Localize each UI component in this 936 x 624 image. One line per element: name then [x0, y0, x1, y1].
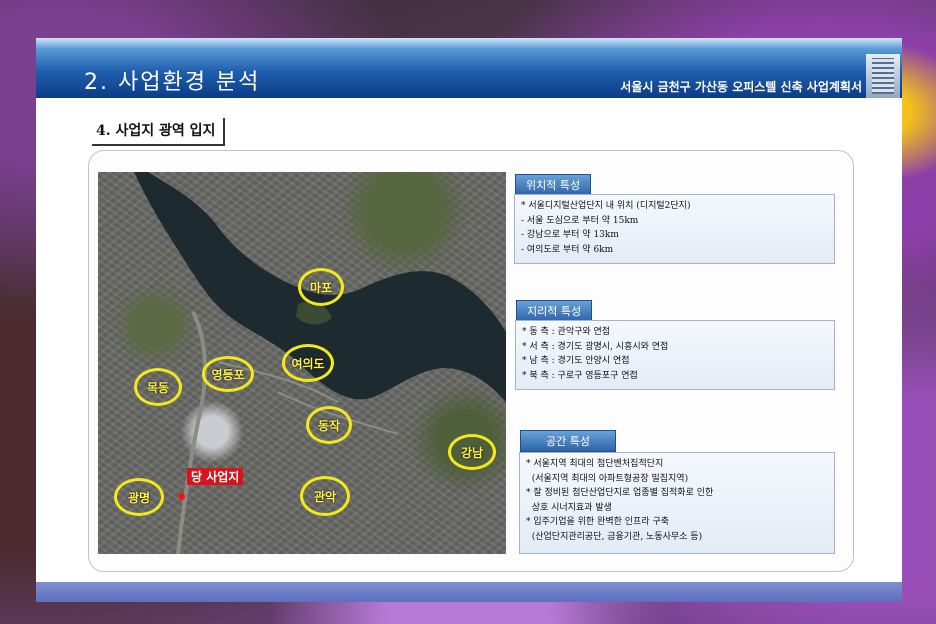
info-line: * 동 측 : 관악구와 연접 [522, 327, 611, 337]
site-label: 당 사업지 [187, 468, 244, 485]
map-label-gangnam: 강남 [448, 434, 496, 470]
info-box-geography: * 동 측 : 관악구와 연접 * 서 측 : 경기도 광명시, 시흥시와 연접… [515, 320, 835, 390]
info-line: 상호 시너지효과 발생 [526, 502, 612, 513]
info-line: - 서울 도심으로 부터 약 15km [521, 215, 639, 226]
document-subtitle: 서울시 금천구 가산동 오피스텔 신축 사업계획서 [620, 80, 862, 94]
info-line: * 서 측 : 경기도 광명시, 시흥시와 연접 [522, 341, 669, 352]
header-banner: 2. 사업환경 분석 서울시 금천구 가산동 오피스텔 신축 사업계획서 [36, 38, 902, 98]
site-marker [178, 493, 185, 500]
info-line: * 잘 정비된 첨단산업단지로 업종별 집적화로 인한 [526, 488, 714, 498]
map-label-gwangmyeong: 광명 [114, 478, 164, 516]
slide: 2. 사업환경 분석 서울시 금천구 가산동 오피스텔 신축 사업계획서 4. … [36, 38, 902, 602]
map-label-dongjak: 동작 [306, 406, 352, 444]
map-label-yeongdeungpo: 영등포 [202, 356, 254, 392]
info-box-space: * 서울지역 최대의 첨단벤처집적단지 (서울지역 최대의 아파트형공장 밀집지… [519, 452, 835, 554]
tag-space: 공간 특성 [520, 430, 616, 452]
info-line: * 남 측 : 경기도 안양시 연접 [522, 356, 630, 366]
info-line: * 서울디지털산업단지 내 위치 (디지털2단지) [521, 201, 691, 211]
info-box-location: * 서울디지털산업단지 내 위치 (디지털2단지) - 서울 도심으로 부터 약… [514, 194, 835, 264]
satellite-map: 마포 여의도 영등포 목동 동작 강남 광명 관악 당 사업지 [98, 172, 506, 554]
info-line: (서울지역 최대의 아파트형공장 밀집지역) [526, 473, 689, 484]
info-line: * 입주기업을 위한 완벽한 인프라 구축 [526, 517, 670, 527]
info-line: - 여의도로 부터 약 6km [521, 244, 614, 255]
map-label-yeouido: 여의도 [282, 344, 334, 382]
map-label-mokdong: 목동 [134, 368, 182, 406]
info-line: - 강남으로 부터 약 13km [521, 230, 619, 240]
building-icon [866, 54, 900, 98]
info-line: (산업단지관리공단, 금융기관, 노동사무소 등) [526, 531, 703, 542]
section-title: 4. 사업지 광역 입지 [92, 118, 226, 146]
info-line: * 북 측 : 구로구 영등포구 연접 [522, 370, 638, 381]
tag-geography: 지리적 특성 [516, 300, 593, 322]
page-title: 2. 사업환경 분석 [84, 70, 261, 95]
map-label-mapo: 마포 [298, 268, 344, 306]
tag-location: 위치적 특성 [515, 174, 592, 196]
info-line: * 서울지역 최대의 첨단벤처집적단지 [526, 459, 664, 469]
map-label-gwanak: 관악 [300, 476, 350, 516]
footer-bar [36, 582, 902, 602]
